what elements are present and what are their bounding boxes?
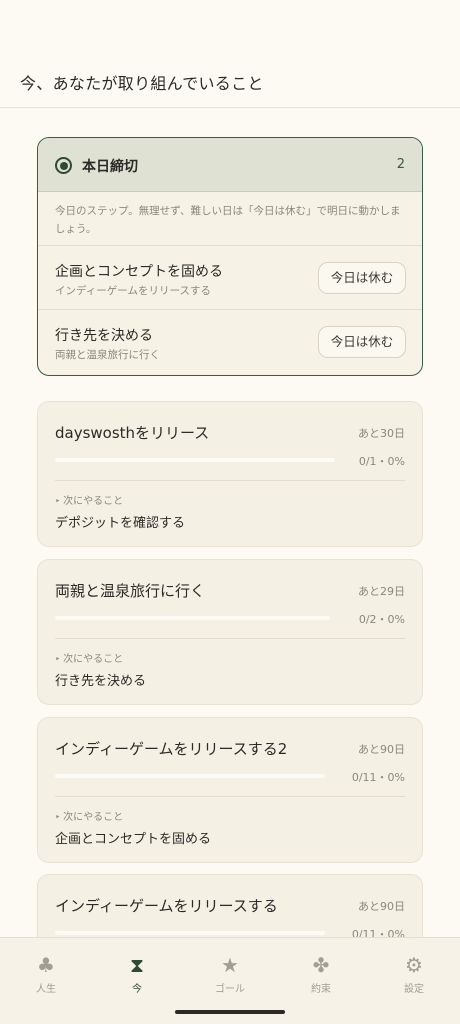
header: 今、あなたが取り組んでいること (0, 0, 460, 108)
gear-icon: ⚙ (405, 953, 423, 977)
nav-item-goals[interactable]: ★ ゴール (200, 952, 260, 995)
task-goal: 両親と温泉旅行に行く (55, 349, 160, 361)
goal-progress-bar (55, 458, 335, 462)
goal-remaining: あと90日 (358, 743, 405, 756)
next-step-value: 行き先を決める (55, 674, 147, 689)
next-step-label: 次にやること (55, 492, 123, 507)
nav-item-now[interactable]: ⧗ 今 (107, 952, 167, 995)
nav-label: 今 (132, 984, 142, 995)
divider (55, 480, 405, 481)
nav-item-settings[interactable]: ⚙ 設定 (384, 952, 444, 995)
nav-item-promises[interactable]: ✤ 約束 (291, 952, 351, 995)
goal-remaining: あと90日 (358, 900, 405, 913)
today-deadline-count: 2 (396, 157, 405, 172)
goal-remaining: あと30日 (358, 427, 405, 440)
goal-progress-bar (55, 616, 330, 620)
goal-card[interactable]: インディーゲームをリリースする2 あと90日 0/11・0% 次にやること 企画… (37, 717, 423, 863)
page-title: 今、あなたが取り組んでいること (20, 74, 264, 93)
goal-progress-bar (55, 774, 325, 778)
rest-today-button[interactable]: 今日は休む (318, 262, 406, 294)
goal-title: dayswosthをリリース (55, 424, 210, 442)
rest-today-button[interactable]: 今日は休む (318, 326, 406, 358)
today-deadline-card: 本日締切 2 今日のステップ。無理せず、難しい日は「今日は休む」で明日に動かしま… (37, 137, 423, 376)
today-deadline-title: 本日締切 (82, 159, 138, 175)
next-step-value: 企画とコンセプトを固める (55, 832, 212, 847)
today-deadline-header: 本日締切 2 (38, 138, 422, 192)
star-icon: ★ (221, 953, 239, 977)
club-icon: ♣ (37, 953, 55, 977)
nav-label: 設定 (404, 984, 424, 995)
goal-card[interactable]: 両親と温泉旅行に行く あと29日 0/2・0% 次にやること 行き先を決める (37, 559, 423, 705)
task-name: 企画とコンセプトを固める (55, 264, 223, 280)
nav-label: ゴール (215, 984, 245, 995)
goal-progress-text: 0/2・0% (358, 613, 405, 626)
goal-card[interactable]: dayswosthをリリース あと30日 0/1・0% 次にやること デポジット… (37, 401, 423, 547)
goal-title: インディーゲームをリリースする (55, 897, 278, 915)
nav-label: 約束 (311, 984, 331, 995)
goal-progress-text: 0/11・0% (351, 928, 405, 937)
radio-selected-icon (55, 157, 72, 174)
next-step-label: 次にやること (55, 808, 123, 823)
nav-item-life[interactable]: ♣ 人生 (16, 952, 76, 995)
goal-progress-text: 0/11・0% (351, 771, 405, 784)
goal-title: 両親と温泉旅行に行く (55, 582, 206, 600)
goal-progress-bar (55, 931, 325, 935)
content-scroll[interactable]: 本日締切 2 今日のステップ。無理せず、難しい日は「今日は休む」で明日に動かしま… (0, 109, 460, 937)
nav-label: 人生 (36, 984, 56, 995)
task-name: 行き先を決める (55, 328, 153, 344)
divider (55, 638, 405, 639)
goal-title: インディーゲームをリリースする2 (55, 740, 288, 758)
today-note: 今日のステップ。無理せず、難しい日は「今日は休む」で明日に動かしましょう。 (38, 192, 422, 246)
today-task-row[interactable]: 企画とコンセプトを固める インディーゲームをリリースする 今日は休む (38, 246, 422, 310)
next-step-label: 次にやること (55, 650, 123, 665)
divider (55, 796, 405, 797)
today-task-row[interactable]: 行き先を決める 両親と温泉旅行に行く 今日は休む (38, 310, 422, 374)
goal-remaining: あと29日 (358, 585, 405, 598)
hourglass-icon: ⧗ (129, 953, 145, 977)
clover-icon: ✤ (312, 953, 330, 977)
goal-progress-text: 0/1・0% (358, 455, 405, 468)
goal-card[interactable]: インディーゲームをリリースする あと90日 0/11・0% (37, 874, 423, 937)
next-step-value: デポジットを確認する (55, 516, 186, 531)
home-indicator (175, 1010, 285, 1014)
task-goal: インディーゲームをリリースする (55, 285, 211, 297)
